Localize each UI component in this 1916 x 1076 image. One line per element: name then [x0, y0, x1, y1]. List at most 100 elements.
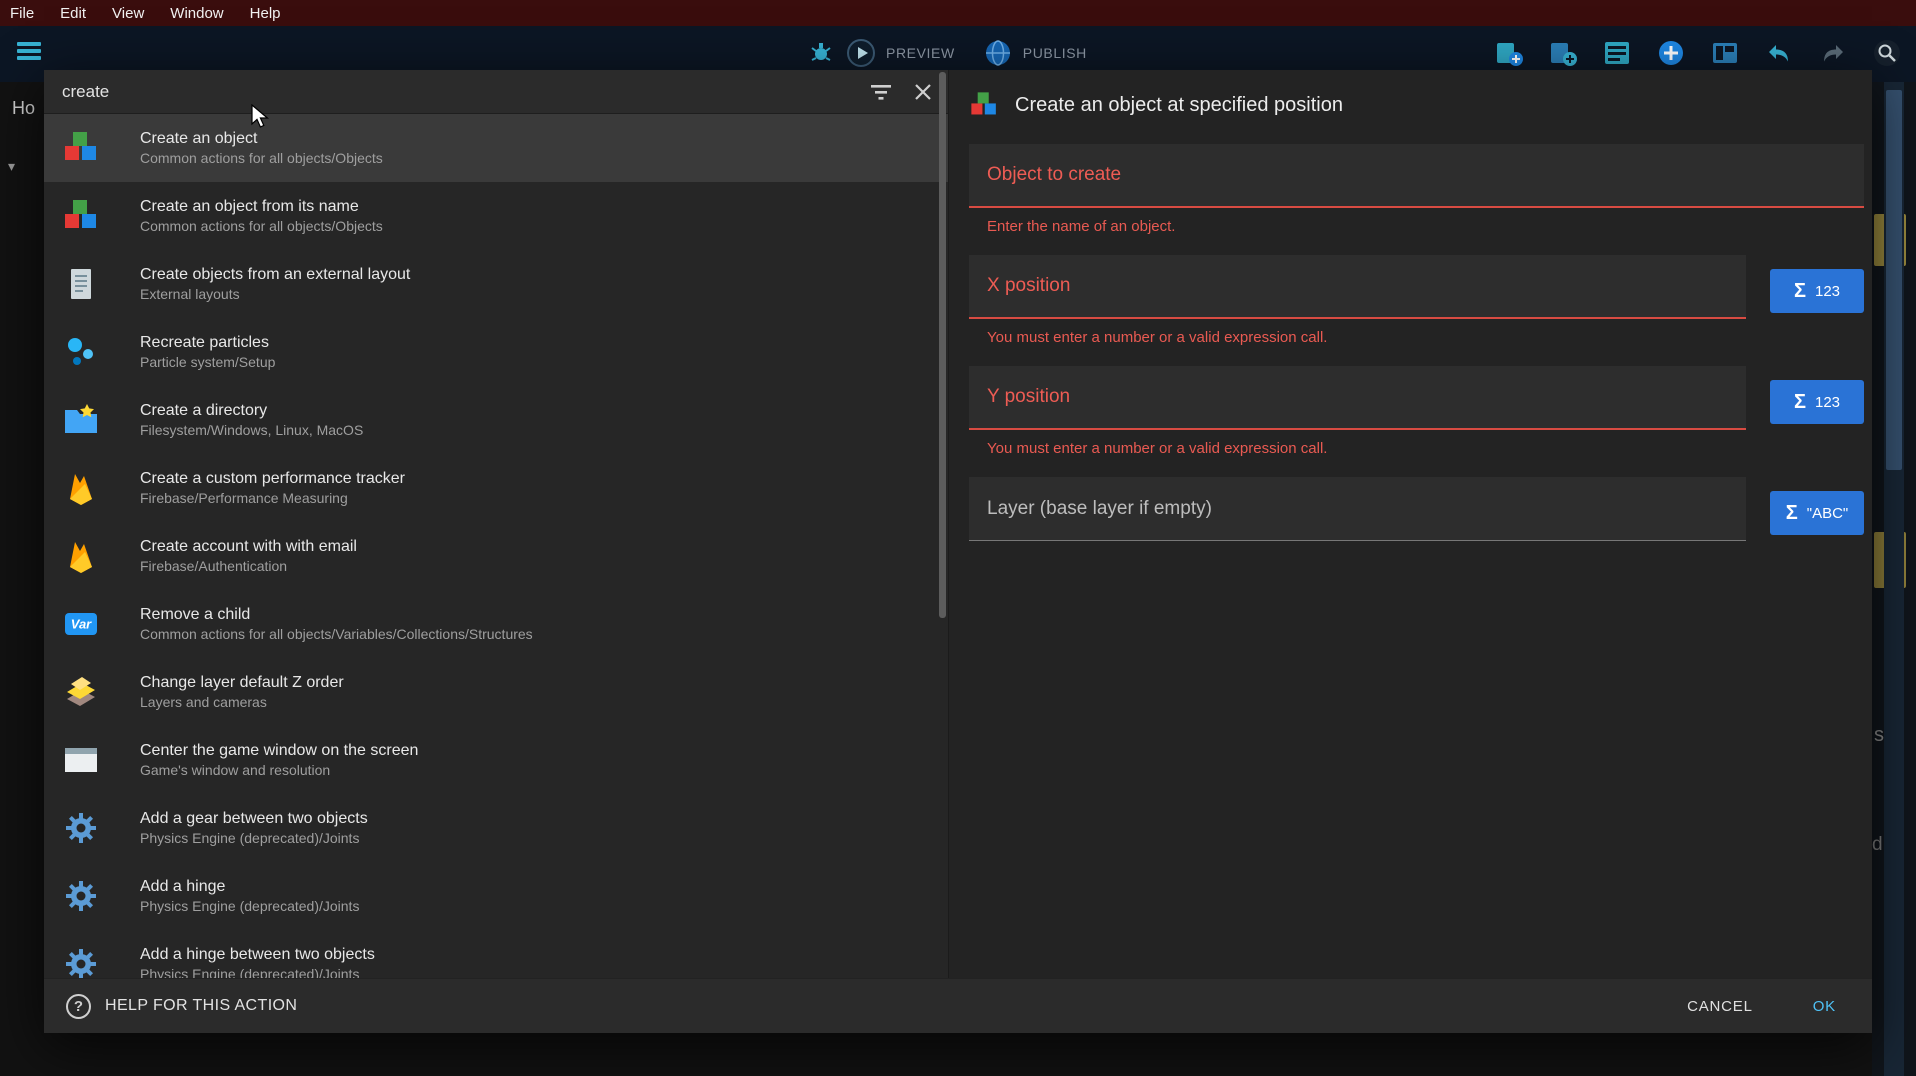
action-title: Create an object — [140, 128, 383, 149]
x-position-expression-type: 123 — [1815, 283, 1840, 300]
vertical-scrollbar[interactable] — [1884, 82, 1904, 1076]
action-list-item[interactable]: Add a gear between two objectsPhysics En… — [44, 794, 948, 862]
menu-view[interactable]: View — [99, 5, 157, 22]
cancel-button[interactable]: CANCEL — [1681, 997, 1759, 1016]
action-title: Add a gear between two objects — [140, 808, 368, 829]
action-subtitle: Filesystem/Windows, Linux, MacOS — [140, 421, 363, 440]
x-position-expression-button[interactable]: Σ 123 — [1770, 269, 1864, 313]
action-title: Change layer default Z order — [140, 672, 344, 693]
action-subtitle: Layers and cameras — [140, 693, 344, 712]
objects-icon — [969, 90, 999, 120]
help-for-this-action-link[interactable]: HELP FOR THIS ACTION — [105, 997, 1681, 1015]
menu-bar: FileEditViewWindowHelp — [0, 0, 1916, 26]
y-position-helper-text: You must enter a number or a valid expre… — [987, 440, 1864, 457]
action-list-item[interactable]: Center the game window on the screenGame… — [44, 726, 948, 794]
sigma-icon: Σ — [1794, 281, 1806, 301]
layer-base-layer-if-empty-expression-button[interactable]: Σ"ABC" — [1770, 491, 1864, 535]
chevron-down-icon[interactable]: ▾ — [8, 158, 15, 175]
gear-icon — [62, 877, 100, 915]
help-icon[interactable]: ? — [66, 994, 91, 1019]
action-search-bar: create — [44, 70, 948, 114]
play-circle-icon[interactable] — [846, 38, 876, 68]
firebase-icon — [62, 537, 100, 575]
action-list-item[interactable]: Create a custom performance trackerFireb… — [44, 454, 948, 522]
action-title: Create a custom performance tracker — [140, 468, 405, 489]
action-list-item[interactable]: Create an objectCommon actions for all o… — [44, 114, 948, 182]
action-title: Create account with with email — [140, 536, 357, 557]
sigma-icon: Σ — [1786, 503, 1798, 523]
object-to-create-field[interactable]: Object to create — [969, 144, 1864, 208]
action-title: Add a hinge — [140, 876, 359, 897]
redo-icon[interactable] — [1818, 38, 1848, 68]
y-position-fieldblock: Y position Σ 123 You must enter a number or… — [969, 366, 1864, 457]
action-list-item[interactable]: Create objects from an external layoutEx… — [44, 250, 948, 318]
objects-icon — [62, 129, 100, 167]
publish-button-label[interactable]: PUBLISH — [1023, 45, 1087, 61]
action-subtitle: Physics Engine (deprecated)/Joints — [140, 965, 375, 978]
action-title: Center the game window on the screen — [140, 740, 418, 761]
x-position-field[interactable]: X position — [969, 255, 1746, 319]
events-sheet-icon[interactable] — [1602, 38, 1632, 68]
close-icon[interactable] — [910, 79, 936, 105]
preview-button-label[interactable]: PREVIEW — [886, 45, 955, 61]
ok-button[interactable]: OK — [1807, 997, 1842, 1016]
y-position-expression-type: 123 — [1815, 394, 1840, 411]
add-circle-icon[interactable] — [1656, 38, 1686, 68]
action-subtitle: Particle system/Setup — [140, 353, 275, 372]
sigma-icon: Σ — [1794, 392, 1806, 412]
filter-icon[interactable] — [868, 79, 894, 105]
list-scrollbar-thumb[interactable] — [939, 72, 946, 618]
scrollbar-thumb[interactable] — [1886, 90, 1902, 470]
action-list-item[interactable]: Change layer default Z orderLayers and c… — [44, 658, 948, 726]
search-input[interactable]: create — [62, 82, 852, 102]
y-position-field[interactable]: Y position — [969, 366, 1746, 430]
document-icon — [62, 265, 100, 303]
layer-base-layer-if-empty-field[interactable]: Layer (base layer if empty) — [969, 477, 1746, 541]
project-panel-icon[interactable] — [1710, 38, 1740, 68]
action-list-item[interactable]: VarRemove a childCommon actions for all … — [44, 590, 948, 658]
fields-container: Object to create Enter the name of an obj… — [969, 144, 1864, 541]
svg-text:Var: Var — [71, 617, 92, 632]
layer-base-layer-if-empty-label: Layer (base layer if empty) — [987, 498, 1212, 520]
menu-window[interactable]: Window — [157, 5, 236, 22]
search-icon[interactable] — [1872, 38, 1902, 68]
choose-action-dialog: create Create an object Common actions fo… — [44, 70, 1872, 1033]
action-subtitle: Physics Engine (deprecated)/Joints — [140, 897, 359, 916]
background-tab-label: Ho — [12, 98, 35, 119]
layers-icon — [62, 673, 100, 711]
action-subtitle: Firebase/Performance Measuring — [140, 489, 405, 508]
globe-icon[interactable] — [983, 38, 1013, 68]
action-subtitle: Common actions for all objects/Variables… — [140, 625, 533, 644]
firebase-icon — [62, 469, 100, 507]
action-list-item[interactable]: Add a hinge between two objectsPhysics E… — [44, 930, 948, 978]
action-list-item[interactable]: Create an object from its nameCommon act… — [44, 182, 948, 250]
undo-icon[interactable] — [1764, 38, 1794, 68]
y-position-expression-button[interactable]: Σ 123 — [1770, 380, 1864, 424]
action-subtitle: Game's window and resolution — [140, 761, 418, 780]
gear-icon — [62, 809, 100, 847]
dialog-footer: ? HELP FOR THIS ACTION CANCEL OK — [44, 978, 1872, 1033]
debugger-icon[interactable] — [806, 38, 836, 68]
action-list-item[interactable]: Create account with with emailFirebase/A… — [44, 522, 948, 590]
action-list-item[interactable]: Add a hingePhysics Engine (deprecated)/J… — [44, 862, 948, 930]
action-results-list: Create an object Common actions for all o… — [44, 114, 948, 978]
new-object-icon[interactable] — [1494, 38, 1524, 68]
x-position-fieldblock: X positionΣ123You must enter a number or… — [969, 255, 1864, 346]
panel-header: Create an object at specified position — [969, 90, 1864, 120]
background-text-fragment: s — [1874, 724, 1884, 747]
menu-edit[interactable]: Edit — [47, 5, 99, 22]
background-right-strip: s d... — [1872, 82, 1916, 1076]
action-title: Create objects from an external layout — [140, 264, 410, 285]
layer-base-layer-if-empty-fieldblock: Layer (base layer if empty) Σ"ABC" — [969, 477, 1864, 541]
new-external-layout-icon[interactable] — [1548, 38, 1578, 68]
action-subtitle: Physics Engine (deprecated)/Joints — [140, 829, 368, 848]
menu-file[interactable]: File — [10, 5, 47, 22]
action-list-item[interactable]: Create a directoryFilesystem/Windows, Li… — [44, 386, 948, 454]
action-search-pane: create Create an object Common actions fo… — [44, 70, 948, 978]
project-manager-icon[interactable] — [14, 37, 44, 67]
object-to-create-helper-text: Enter the name of an object. — [987, 218, 1864, 235]
var-icon: Var — [62, 605, 100, 643]
menu-help[interactable]: Help — [237, 5, 294, 22]
action-list-item[interactable]: Recreate particlesParticle system/Setup — [44, 318, 948, 386]
x-position-label: X position — [987, 275, 1070, 297]
